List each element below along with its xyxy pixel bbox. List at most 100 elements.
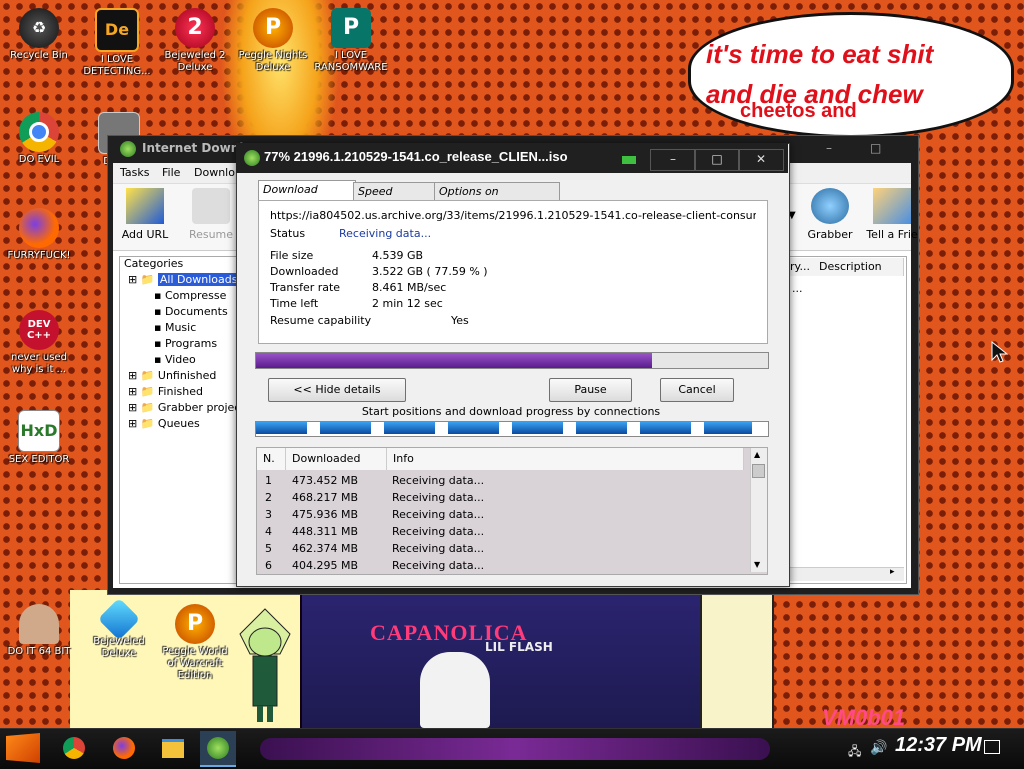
category-item[interactable]: ⊞ 📁 All Downloads xyxy=(128,272,240,288)
taskbar-file-explorer[interactable] xyxy=(155,731,191,765)
table-cell-downloaded: 468.217 MB xyxy=(292,491,359,504)
folder-icon: ⊞ 📁 xyxy=(128,273,158,286)
desktop-icon-chrome[interactable]: DO EVIL xyxy=(0,112,78,166)
table-cell-n: 3 xyxy=(265,508,272,521)
menu-tasks[interactable]: Tasks xyxy=(120,166,149,179)
table-cell-n: 6 xyxy=(265,559,272,572)
firefox-icon xyxy=(113,737,135,759)
grabber-button[interactable]: Grabber xyxy=(800,188,860,241)
desktop-icon-recycle-bin[interactable]: ♻ Recycle Bin xyxy=(0,8,78,62)
folder-icon: ⊞ 📁 xyxy=(128,385,158,398)
category-item[interactable]: ▪ Compresse xyxy=(154,288,226,304)
category-item[interactable]: ⊞ 📁 Queues xyxy=(128,416,200,432)
desktop-icon-peggle-nights[interactable]: P Peggle Nights Deluxe xyxy=(234,8,312,74)
chrome-icon xyxy=(63,737,85,759)
desktop-icon-64bit[interactable]: DO IT 64 BIT xyxy=(0,604,78,658)
connection-segment xyxy=(704,422,752,434)
download-url[interactable]: https://ia804502.us.archive.org/33/items… xyxy=(270,209,756,222)
connection-segment xyxy=(448,422,499,434)
volume-icon[interactable]: 🔊 xyxy=(870,740,887,756)
dialog-minimize-button[interactable]: – xyxy=(650,149,696,171)
category-item[interactable]: ▪ Music xyxy=(154,320,196,336)
taskbar-chrome[interactable] xyxy=(56,731,92,765)
downloaded-value: 3.522 GB ( 77.59 % ) xyxy=(372,265,488,278)
notifications-icon[interactable] xyxy=(984,740,1000,754)
speech-text-line3: cheetos and xyxy=(740,100,857,122)
desktop-icon-hxd[interactable]: HxD SEX EDITOR xyxy=(0,410,78,466)
category-item[interactable]: ▪ Video xyxy=(154,352,196,368)
desktop-icon-label: I LOVE DETECTING... xyxy=(83,54,151,77)
network-icon[interactable]: 🖧 xyxy=(848,742,861,763)
firefox-icon xyxy=(19,208,59,248)
desktop-icon-firefox[interactable]: FURRYFUCK! xyxy=(0,208,78,262)
recycle-bin-icon: ♻ xyxy=(19,8,59,48)
category-item[interactable]: ⊞ 📁 Unfinished xyxy=(128,368,216,384)
download-progress-fill xyxy=(256,353,652,368)
categories-heading: Categories xyxy=(124,257,184,270)
grabber-icon xyxy=(811,188,849,224)
column-header-description[interactable]: Description xyxy=(815,258,904,276)
desktop-icon-label: Bejeweled Deluxe xyxy=(93,636,145,659)
taskbar-firefox[interactable] xyxy=(106,731,142,765)
scroll-down-icon[interactable]: ▼ xyxy=(754,560,760,569)
dialog-maximize-button[interactable]: □ xyxy=(694,149,740,171)
category-label: Video xyxy=(164,353,196,366)
horizontal-scrollbar[interactable] xyxy=(786,567,904,581)
category-item[interactable]: ⊞ 📁 Finished xyxy=(128,384,203,400)
taskbar-clock[interactable]: 12:37 PM xyxy=(895,734,982,757)
column-header-downloaded[interactable]: Downloaded xyxy=(286,448,387,470)
list-row-text[interactable]: ... xyxy=(792,282,803,295)
tell-friend-icon xyxy=(873,188,911,224)
table-cell-info: Receiving data... xyxy=(392,508,485,521)
desktop-icon-bejeweled[interactable]: Bejeweled Deluxe xyxy=(80,597,158,660)
scrollbar-thumb[interactable] xyxy=(752,464,765,478)
category-item[interactable]: ▪ Documents xyxy=(154,304,228,320)
tell-friend-button[interactable]: Tell a Frie xyxy=(862,188,922,241)
downloaded-label: Downloaded xyxy=(270,265,339,278)
category-item[interactable]: ▪ Programs xyxy=(154,336,217,352)
column-header-n[interactable]: N. xyxy=(257,448,286,470)
tab-download-status[interactable]: Download status xyxy=(258,180,356,214)
connections-caption: Start positions and download progress by… xyxy=(361,405,661,418)
column-header-category[interactable]: ry... xyxy=(786,258,817,276)
pause-button[interactable]: Pause xyxy=(549,378,632,402)
taskbar-idm[interactable] xyxy=(200,731,236,767)
time-left-label: Time left xyxy=(270,297,319,310)
category-label: Unfinished xyxy=(157,369,217,382)
add-url-button[interactable]: Add URL xyxy=(115,188,175,241)
devcpp-icon: DEV C++ xyxy=(19,310,59,350)
resume-button[interactable]: Resume xyxy=(181,188,241,241)
table-cell-n: 5 xyxy=(265,542,272,555)
category-label: Queues xyxy=(157,417,200,430)
scroll-right-icon[interactable]: ▸ xyxy=(890,567,895,577)
desktop-icon-ransomware[interactable]: P I LOVE RANSOMWARE xyxy=(312,8,390,74)
download-list xyxy=(785,256,907,584)
transfer-rate-value: 8.461 MB/sec xyxy=(372,281,447,294)
idm-main-minimize-button[interactable]: – xyxy=(826,141,832,155)
desktop-icon-detecting[interactable]: De I LOVE DETECTING... xyxy=(78,8,156,78)
scroll-up-icon[interactable]: ▲ xyxy=(754,450,760,459)
dialog-close-button[interactable]: ✕ xyxy=(738,149,784,171)
desktop-icon-bejeweled2[interactable]: 2 Bejeweled 2 Deluxe xyxy=(156,8,234,74)
column-header-info[interactable]: Info xyxy=(387,448,744,470)
connection-segment xyxy=(384,422,435,434)
menu-downloads[interactable]: Downlo xyxy=(194,166,235,179)
tab-speed-limiter[interactable]: Speed Limiter xyxy=(353,182,439,216)
desktop-icon-peggle-wow[interactable]: P Peggle World of Warcraft Edition xyxy=(156,604,234,682)
idm-main-maximize-button[interactable]: □ xyxy=(870,141,881,155)
add-url-label: Add URL xyxy=(121,228,169,241)
resume-icon xyxy=(192,188,230,224)
category-item[interactable]: ⊞ 📁 Grabber projec xyxy=(128,400,240,416)
hide-details-button[interactable]: << Hide details xyxy=(268,378,406,402)
cancel-button[interactable]: Cancel xyxy=(660,378,734,402)
connection-segment xyxy=(256,422,307,434)
tab-options-on-completion[interactable]: Options on completion xyxy=(434,182,560,216)
start-icon[interactable] xyxy=(6,733,40,763)
desktop-icon-devcpp[interactable]: DEV C++ never used why is it ... xyxy=(0,310,78,376)
menu-file[interactable]: File xyxy=(162,166,180,179)
album-art xyxy=(300,590,704,734)
table-cell-info: Receiving data... xyxy=(392,559,485,572)
chrome-icon xyxy=(19,112,59,152)
table-cell-n: 1 xyxy=(265,474,272,487)
folder-icon: ⊞ 📁 xyxy=(128,401,158,414)
